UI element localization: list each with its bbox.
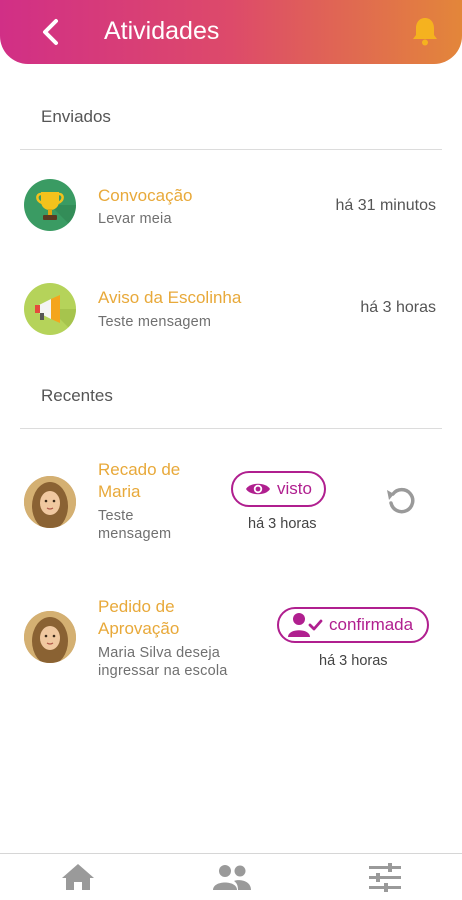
item-title: Pedido de xyxy=(98,597,175,616)
item-title: Aviso da Escolinha xyxy=(98,288,242,307)
item-title: Maria xyxy=(98,482,141,501)
item-title: Aprovação xyxy=(98,619,180,638)
divider xyxy=(20,149,442,150)
item-time: há 3 horas xyxy=(360,299,436,316)
list-item[interactable]: Convocação Levar meia há 31 minutos xyxy=(0,175,462,237)
status-badge[interactable]: visto xyxy=(231,471,326,507)
undo-icon[interactable] xyxy=(384,484,418,523)
bell-icon[interactable] xyxy=(408,14,442,48)
item-time: há 3 horas xyxy=(319,653,388,669)
badge-label: confirmada xyxy=(329,615,414,634)
divider xyxy=(20,428,442,429)
back-chevron-icon[interactable] xyxy=(36,16,68,48)
user-check-icon xyxy=(288,613,323,637)
sliders-icon[interactable] xyxy=(368,862,402,897)
item-time: há 3 horas xyxy=(248,516,317,532)
item-time: há 31 minutos xyxy=(335,197,436,214)
item-subtitle: mensagem xyxy=(98,526,172,542)
section-label-recent: Recentes xyxy=(41,386,113,405)
status-badge[interactable]: confirmada xyxy=(277,607,430,643)
megaphone-icon xyxy=(24,283,76,335)
trophy-icon xyxy=(24,179,76,231)
item-subtitle: Maria Silva deseja xyxy=(98,645,221,661)
list-item[interactable]: Recado de Maria Teste mensagem visto há … xyxy=(0,458,462,548)
eye-icon xyxy=(246,483,270,495)
app-header: Atividades xyxy=(0,0,462,64)
badge-label: visto xyxy=(277,479,312,498)
page-title: Atividades xyxy=(104,17,220,45)
home-icon[interactable] xyxy=(60,862,96,897)
item-subtitle: Levar meia xyxy=(98,211,172,227)
avatar xyxy=(24,476,76,528)
item-subtitle: Teste xyxy=(98,508,134,524)
item-title: Convocação xyxy=(98,186,193,205)
item-subtitle: ingressar na escola xyxy=(98,663,228,679)
item-subtitle: Teste mensagem xyxy=(98,314,212,330)
item-title: Recado de xyxy=(98,460,181,479)
list-item[interactable]: Aviso da Escolinha Teste mensagem há 3 h… xyxy=(0,279,462,341)
list-item[interactable]: Pedido de Aprovação Maria Silva deseja i… xyxy=(0,595,462,685)
avatar xyxy=(24,611,76,663)
bottom-nav xyxy=(0,853,462,900)
section-label-sent: Enviados xyxy=(41,107,111,126)
people-icon[interactable] xyxy=(212,862,252,897)
